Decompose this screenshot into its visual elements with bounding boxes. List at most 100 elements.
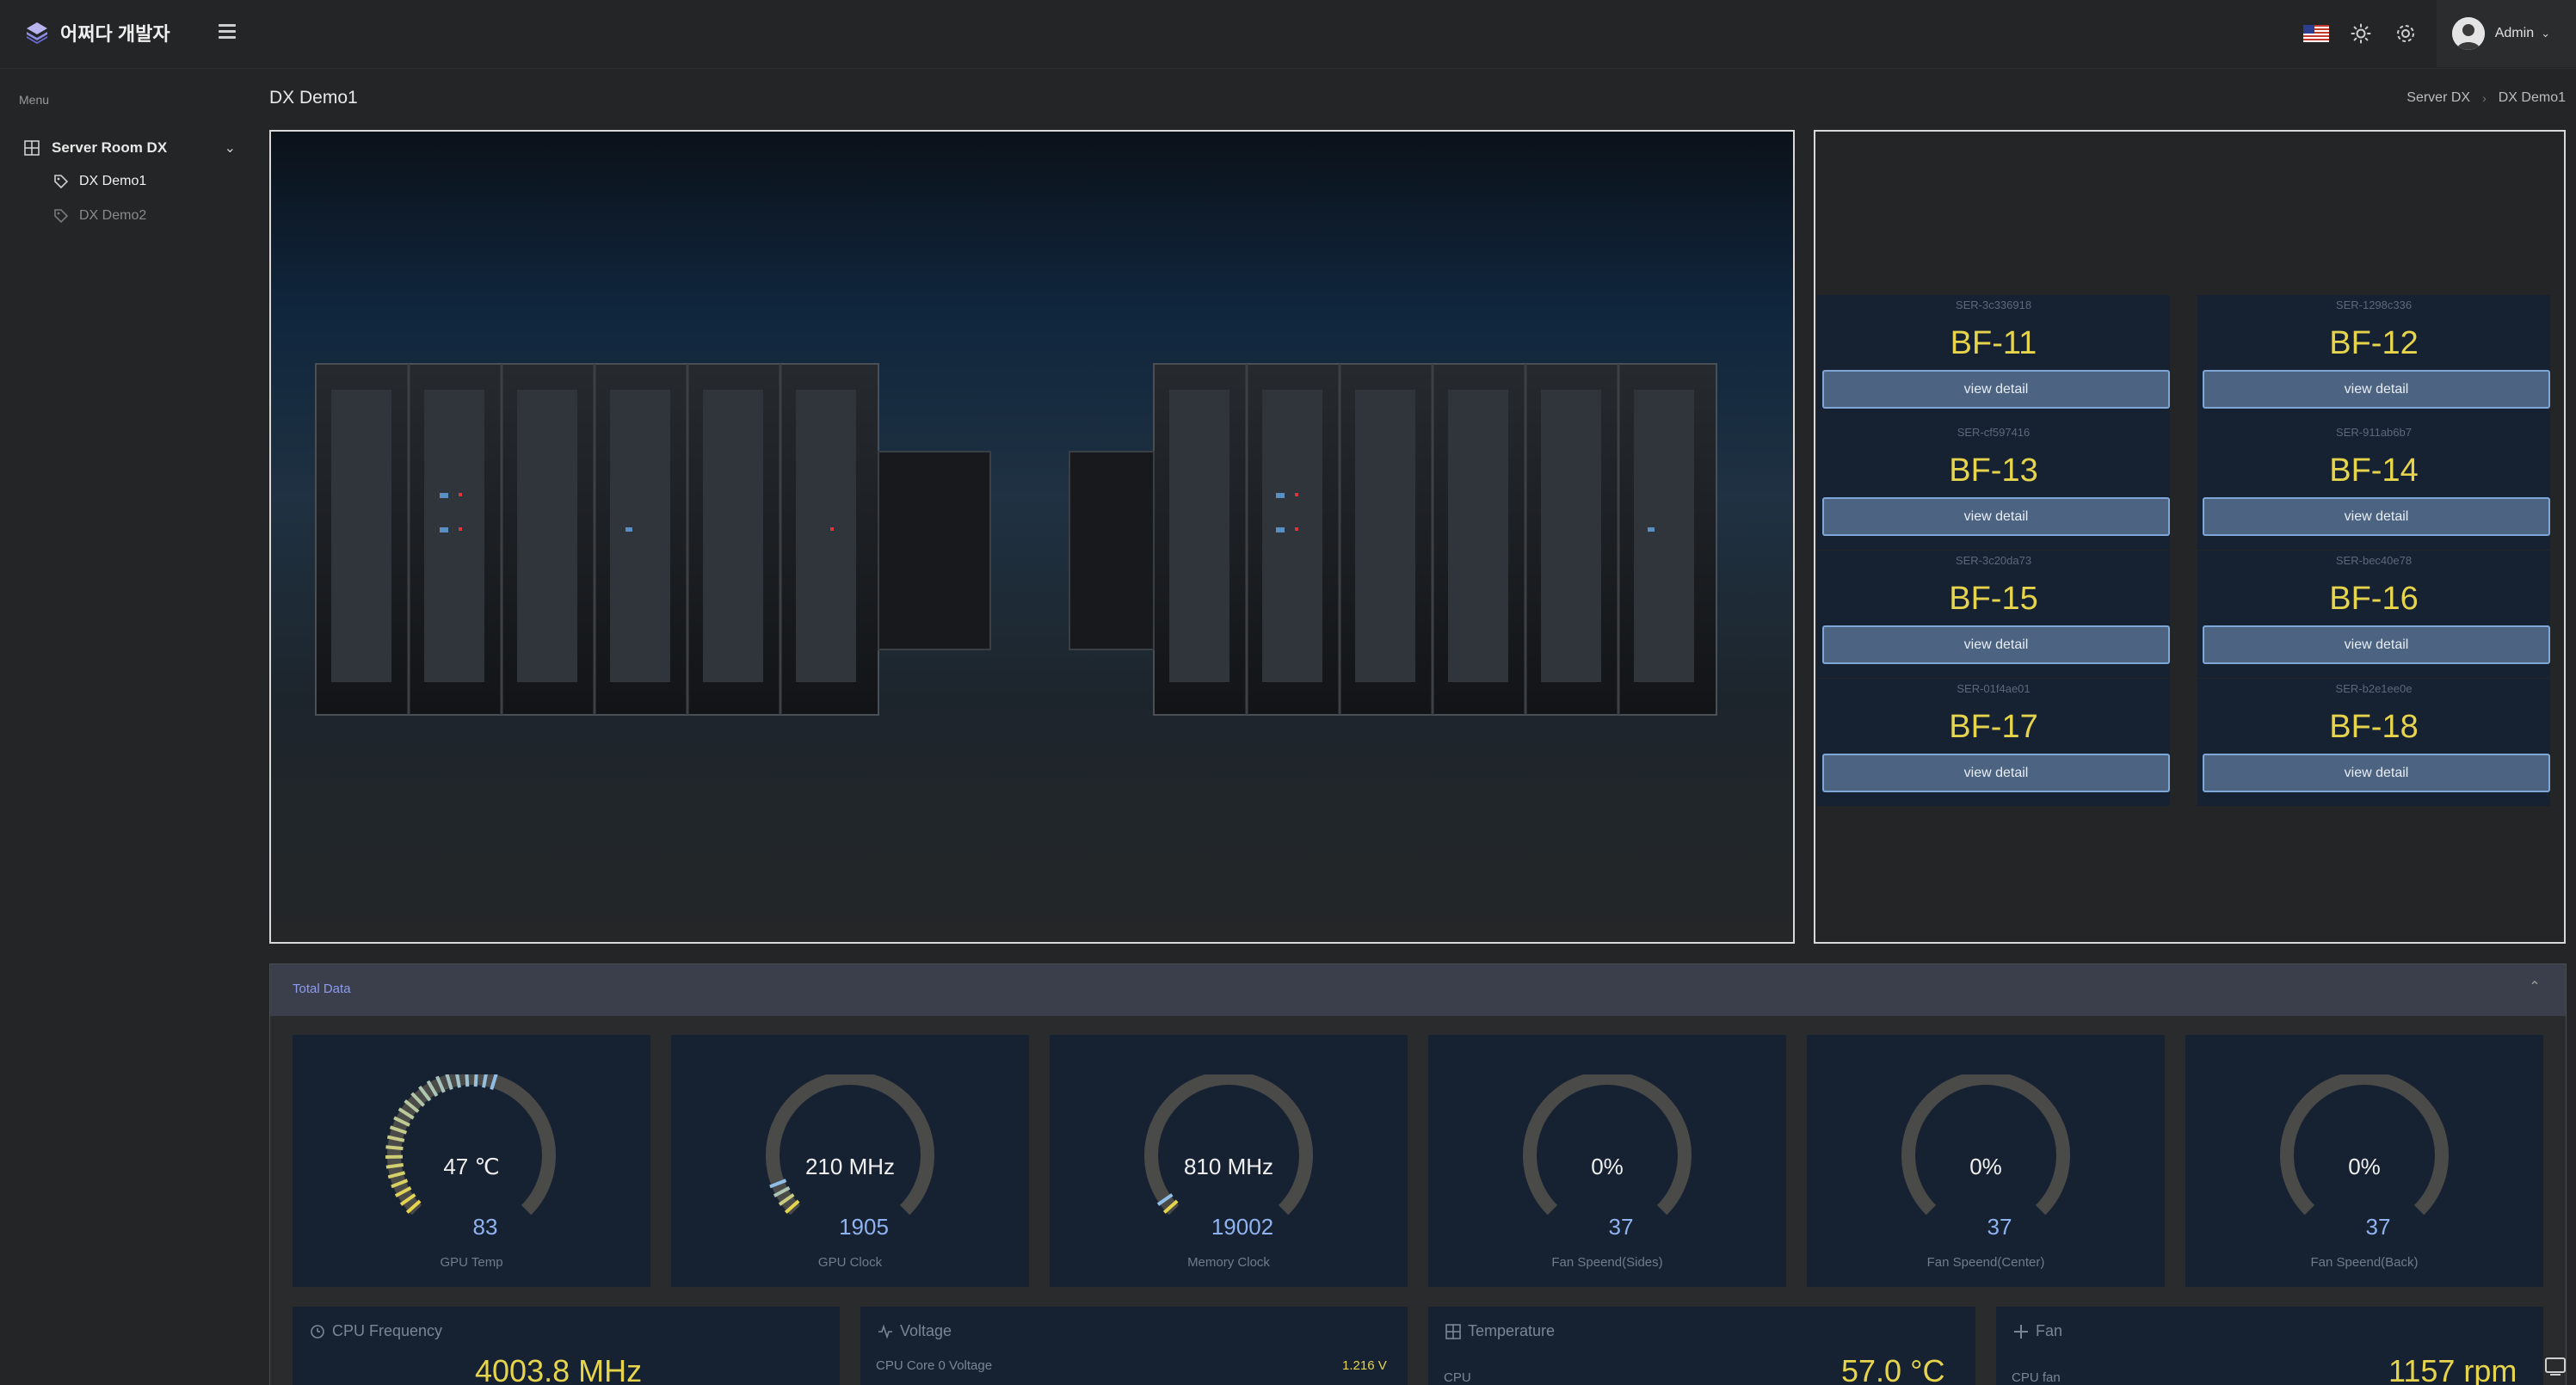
stat-header: Fan <box>2013 1322 2062 1340</box>
gauge-dial <box>1523 1074 1692 1216</box>
stat-value: 57.0 °C <box>1841 1353 1945 1385</box>
settings-button[interactable] <box>2388 16 2423 51</box>
gauge-memory-clock: 810 MHz 19002 Memory Clock <box>1050 1035 1408 1287</box>
stat-title: Temperature <box>1468 1322 1556 1339</box>
server-card: SER-911ab6b7 BF-14 view detail <box>2197 422 2550 550</box>
view-detail-button[interactable]: view detail <box>1822 625 2170 664</box>
server-serial: SER-bec40e78 <box>2335 554 2413 567</box>
server-racks-image <box>315 363 1717 716</box>
total-data-title: Total Data <box>293 982 351 996</box>
chevron-right-icon: › <box>2482 91 2487 105</box>
gauge-value: 810 MHz <box>1183 1154 1274 1179</box>
collapse-chevron-up-icon[interactable]: ⌃ <box>2524 978 2545 999</box>
cpu-frequency-card: CPU Frequency 4003.8 MHz <box>293 1307 840 1385</box>
stat-row-label: CPU Core 0 Voltage <box>876 1358 993 1373</box>
brand-name: 어쩌다 개발자 <box>60 23 170 45</box>
header-actions: Admin ⌄ <box>2294 0 2576 67</box>
gauge-fan-back: 0% 37 Fan Speend(Back) <box>2185 1035 2543 1287</box>
server-serial: SER-b2e1ee0e <box>2335 682 2413 695</box>
breadcrumb-item-server-dx[interactable]: Server DX <box>2407 90 2470 106</box>
stat-title: Voltage <box>900 1322 952 1339</box>
gauge-dial <box>1144 1074 1313 1216</box>
voltage-card: Voltage CPU Core 0 Voltage 1.216 V <box>860 1307 1408 1385</box>
sun-icon <box>2351 23 2371 44</box>
server-serial: SER-3c336918 <box>1955 299 2032 311</box>
server-name: BF-14 <box>2329 452 2419 489</box>
gauge-label: Fan Speend(Center) <box>1926 1255 2045 1270</box>
gauge-track <box>1144 1074 1313 1216</box>
gauge-track <box>1523 1074 1692 1216</box>
breadcrumb: Server DX › DX Demo1 <box>2407 90 2566 106</box>
stat-header: Temperature <box>1445 1322 1555 1340</box>
gauge-value: 0% <box>1591 1154 1624 1179</box>
user-name: Admin <box>2494 26 2535 40</box>
server-name: BF-17 <box>1949 709 2038 745</box>
screen-capture-icon[interactable] <box>2543 1354 2567 1378</box>
gauge-dial <box>1901 1074 2070 1216</box>
server-name: BF-18 <box>2329 709 2419 745</box>
gauge-track <box>2280 1074 2449 1216</box>
view-detail-button[interactable]: view detail <box>2203 497 2550 536</box>
gauge-fill-segment <box>473 1074 478 1087</box>
server-card: SER-01f4ae01 BF-17 view detail <box>1817 679 2170 806</box>
server-serial: SER-3c20da73 <box>1955 554 2032 567</box>
gauge-value: 0% <box>2348 1154 2381 1179</box>
stat-row-value: 1.216 V <box>1342 1358 1387 1373</box>
gauge-fill-segment <box>385 1145 404 1151</box>
activity-icon <box>878 1323 892 1339</box>
sidebar-group-server-room-dx[interactable]: Server Room DX ⌄ <box>24 132 236 163</box>
brand[interactable]: 어쩌다 개발자 <box>24 15 170 50</box>
gauge-dial <box>766 1074 934 1216</box>
server-serial: SER-cf597416 <box>1957 426 2031 439</box>
view-detail-button[interactable]: view detail <box>1822 497 2170 536</box>
server-name: BF-16 <box>2329 581 2419 617</box>
gauge-gpu-clock: 210 MHz 1905 GPU Clock <box>671 1035 1029 1287</box>
gauge-label: Fan Speend(Sides) <box>1551 1255 1663 1270</box>
sidebar-item-dx-demo2[interactable]: DX Demo2 <box>53 203 146 229</box>
view-detail-button[interactable]: view detail <box>1822 370 2170 409</box>
gauge-value: 47 ℃ <box>443 1154 500 1179</box>
gauge-track <box>1901 1074 2070 1216</box>
server-card: SER-1298c336 BF-12 view detail <box>2197 295 2550 422</box>
server-card: SER-bec40e78 BF-16 view detail <box>2197 551 2550 678</box>
avatar <box>2451 17 2485 50</box>
hamburger-menu-icon[interactable] <box>219 21 236 41</box>
gauge-fan-center: 0% 37 Fan Speend(Center) <box>1807 1035 2165 1287</box>
gauge-gpu-temp: 47 ℃ 83 GPU Temp <box>293 1035 650 1287</box>
gauge-label: Fan Speend(Back) <box>2310 1255 2419 1270</box>
grid-icon <box>24 140 40 156</box>
server-room-3d-view[interactable] <box>269 130 1795 944</box>
language-button[interactable] <box>2299 16 2333 51</box>
gear-icon <box>2396 25 2414 42</box>
stat-header: Voltage <box>878 1322 952 1340</box>
sidebar-item-dx-demo1[interactable]: DX Demo1 <box>53 169 146 194</box>
view-detail-button[interactable]: view detail <box>2203 370 2550 409</box>
server-serial: SER-911ab6b7 <box>2336 426 2412 439</box>
gauge-label: Memory Clock <box>1187 1255 1270 1270</box>
view-detail-button[interactable]: view detail <box>2203 754 2550 792</box>
theme-toggle-button[interactable] <box>2344 16 2378 51</box>
stat-title: CPU Frequency <box>332 1322 443 1339</box>
tag-icon <box>54 209 69 224</box>
gauge-value: 0% <box>1969 1154 2002 1179</box>
server-name: BF-15 <box>1949 581 2038 617</box>
total-data-panel: Total Data ⌃ 47 ℃ 83 GPU Temp 210 MHz 19… <box>269 963 2567 1385</box>
stat-title: Fan <box>2036 1322 2063 1339</box>
server-name: BF-12 <box>2329 325 2419 361</box>
view-detail-button[interactable]: view detail <box>2203 625 2550 664</box>
fan-icon <box>2014 1324 2028 1339</box>
sidebar-item-label: DX Demo2 <box>79 208 147 223</box>
breadcrumb-item-current: DX Demo1 <box>2498 90 2566 105</box>
chevron-down-icon: ⌄ <box>2541 27 2550 40</box>
stat-row-label: CPU fan <box>2012 1370 2061 1385</box>
stat-value: 1157 rpm <box>2388 1353 2517 1385</box>
fan-card: Fan CPU fan 1157 rpm <box>1996 1307 2543 1385</box>
server-serial: SER-1298c336 <box>2335 299 2413 311</box>
stat-header: CPU Frequency <box>310 1322 442 1340</box>
gauge-dial <box>2280 1074 2449 1216</box>
chevron-down-icon: ⌄ <box>224 141 236 156</box>
view-detail-button[interactable]: view detail <box>1822 754 2170 792</box>
temperature-card: Temperature CPU 57.0 °C <box>1428 1307 1975 1385</box>
user-menu[interactable]: Admin ⌄ <box>2436 0 2576 67</box>
grid-icon <box>1445 1323 1461 1339</box>
